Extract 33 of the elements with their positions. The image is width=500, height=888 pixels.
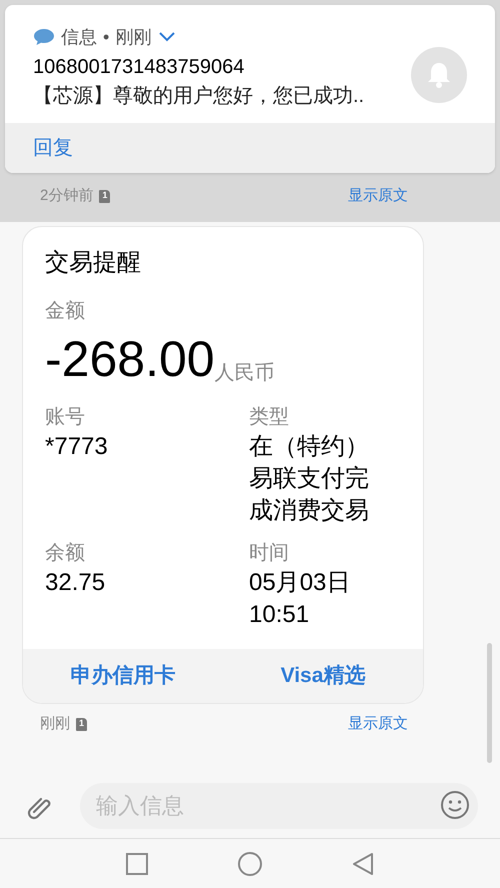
show-original-link[interactable]: 显示原文 xyxy=(348,184,408,208)
timestamp: 刚刚 xyxy=(40,714,70,734)
notification-time: 刚刚 xyxy=(115,26,152,48)
recents-icon[interactable] xyxy=(126,852,148,874)
chevron-down-icon[interactable] xyxy=(159,32,176,42)
sender-number: 1068001731483759064 xyxy=(33,55,244,80)
amount-value: -268.00 xyxy=(45,331,215,387)
card-action-button[interactable]: Visa精选 xyxy=(280,660,366,692)
field-label: 类型 xyxy=(249,405,290,430)
show-original-link[interactable]: 显示原文 xyxy=(348,712,408,736)
card-action-button[interactable]: 申办信用卡 xyxy=(70,660,176,692)
field-label: 时间 xyxy=(249,541,290,566)
home-icon[interactable] xyxy=(238,852,262,876)
field-value: *7773 xyxy=(45,432,109,462)
smiley-icon[interactable] xyxy=(440,790,470,820)
field-value: 32.75 xyxy=(45,568,106,598)
currency-label: 人民币 xyxy=(214,361,275,386)
app-name: 信息 xyxy=(61,26,97,48)
sim-badge: 1 xyxy=(99,190,110,202)
card-title: 交易提醒 xyxy=(45,248,142,278)
chat-bubble-icon xyxy=(33,27,55,47)
bell-icon xyxy=(426,61,452,89)
field-label: 账号 xyxy=(45,405,86,430)
field-label: 金额 xyxy=(45,299,86,324)
field-value: 在（特约）易联支付完成消费交易 xyxy=(249,432,370,526)
separator-dot: • xyxy=(103,26,110,48)
timestamp: 2分钟前 xyxy=(40,186,94,206)
back-icon[interactable] xyxy=(352,852,374,874)
reply-button[interactable]: 回复 xyxy=(33,133,73,163)
message-preview: 【芯源】尊敬的用户您好，您已成功.. xyxy=(33,84,364,109)
field-label: 余额 xyxy=(45,541,86,566)
field-value: 05月03日 10:51 xyxy=(249,568,352,630)
sim-badge: 1 xyxy=(76,718,87,730)
